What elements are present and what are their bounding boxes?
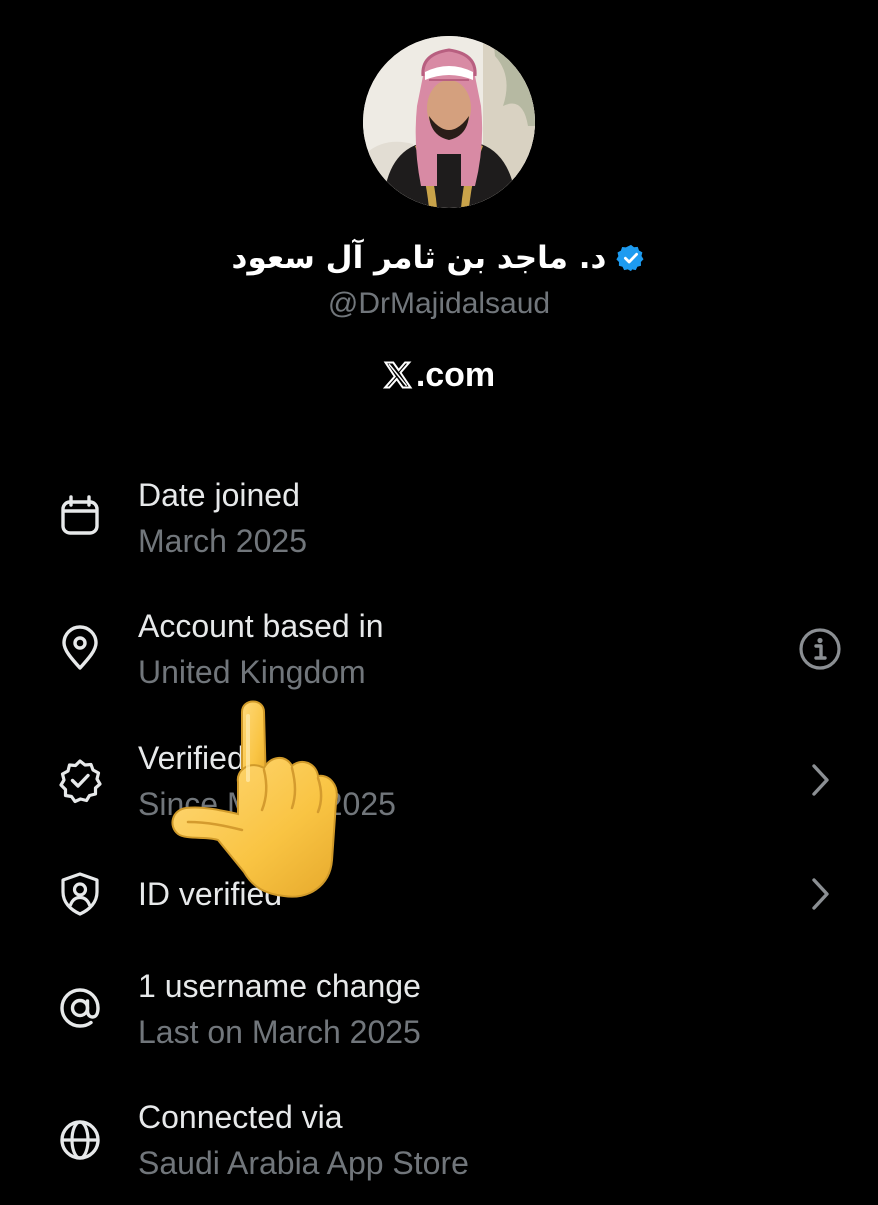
site-text: .com: [415, 355, 496, 394]
avatar-photo: [363, 36, 535, 208]
chevron-right-icon[interactable]: [796, 870, 844, 918]
verified-row[interactable]: Verified Since March 2025: [0, 736, 878, 846]
pointing-hand-emoji: [171, 700, 338, 898]
verified-badge-icon[interactable]: [616, 243, 646, 273]
row-subtitle: United Kingdom: [138, 654, 366, 690]
chevron-right-icon[interactable]: [796, 756, 844, 804]
row-subtitle: Last on March 2025: [138, 1014, 421, 1050]
site-link[interactable]: .com: [0, 350, 878, 400]
row-title: Date joined: [138, 477, 300, 513]
connected-via-row: Connected via Saudi Arabia App Store: [0, 1095, 878, 1205]
location-pin-icon: [56, 625, 104, 673]
at-sign-icon: [56, 984, 104, 1032]
globe-icon: [56, 1116, 104, 1164]
username-change-row: 1 username change Last on March 2025: [0, 964, 878, 1074]
row-title: 1 username change: [138, 968, 421, 1004]
row-title: Connected via: [138, 1099, 343, 1135]
verified-badge-icon: [56, 756, 104, 804]
calendar-icon: [56, 493, 104, 541]
display-name: د. ماجد بن ثامر آل سعود: [231, 240, 607, 276]
row-subtitle: Saudi Arabia App Store: [138, 1145, 469, 1181]
row-subtitle: March 2025: [138, 523, 307, 559]
row-title: Account based in: [138, 608, 384, 644]
shield-user-icon: [56, 870, 104, 918]
profile-handle: @DrMajidalsaud: [327, 287, 551, 320]
info-icon[interactable]: [796, 625, 844, 673]
date-joined-row: Date joined March 2025: [0, 473, 878, 583]
profile-name-row: د. ماجد بن ثامر آل سعود: [0, 232, 878, 284]
account-based-in-row: Account based in United Kingdom: [0, 604, 878, 714]
x-logo-icon: [382, 361, 413, 389]
profile-avatar[interactable]: [363, 36, 535, 208]
